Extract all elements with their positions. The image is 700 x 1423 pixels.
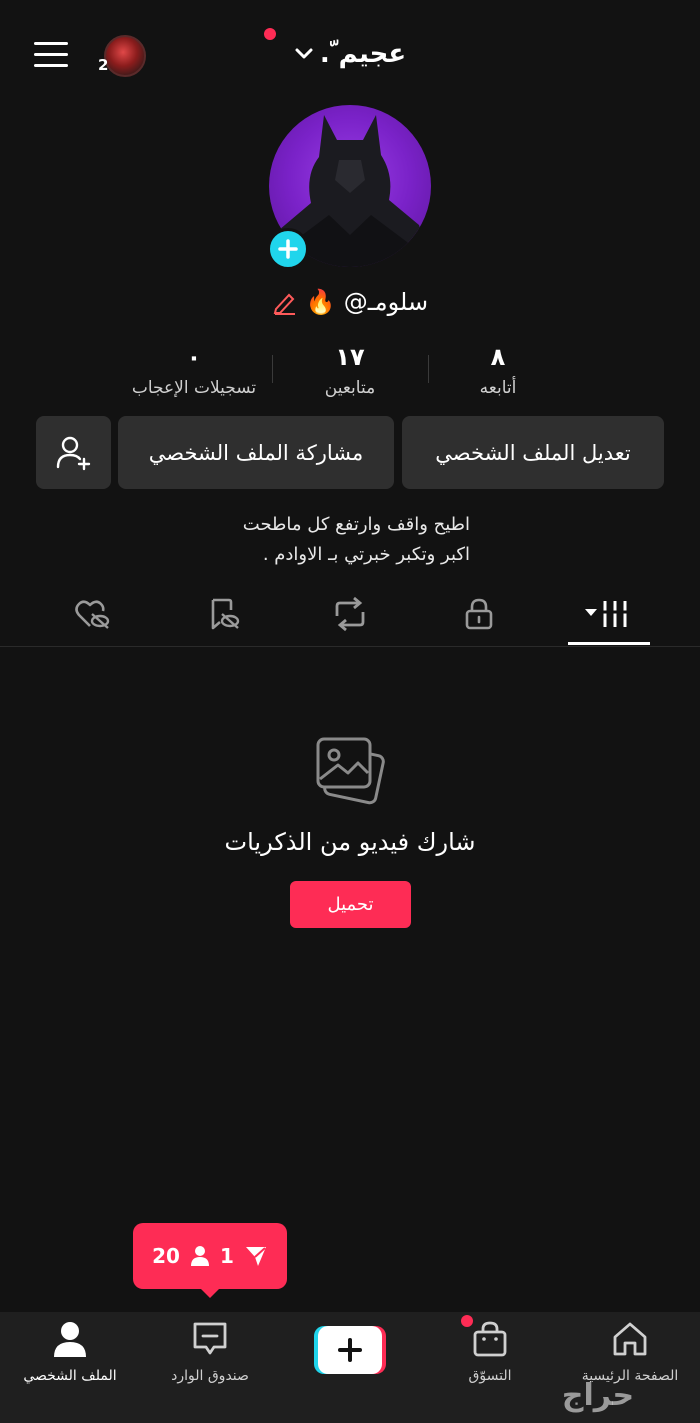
nav-profile[interactable]: الملف الشخصي <box>0 1320 140 1395</box>
followers-count: 20 <box>152 1244 180 1268</box>
account-avatar[interactable] <box>104 35 146 77</box>
grid-icon <box>585 601 628 627</box>
create-button[interactable] <box>314 1326 386 1374</box>
tab-favorites[interactable] <box>193 594 253 634</box>
inbox-icon <box>193 1322 227 1355</box>
tab-reposts[interactable] <box>320 594 380 634</box>
account-badge: 2 <box>98 56 109 74</box>
send-icon <box>245 1247 266 1266</box>
profile-bio: اطيح واقف وارتفع كل ماطحت اكبر وتكبر خبر… <box>150 510 470 570</box>
tab-videos[interactable] <box>579 594 639 634</box>
tab-liked[interactable] <box>62 594 122 634</box>
nav-profile-label: الملف الشخصي <box>23 1368 117 1384</box>
fire-emoji: 🔥 <box>305 288 336 316</box>
tabs-divider <box>0 646 700 647</box>
home-icon <box>613 1322 647 1356</box>
shopping-bag-icon <box>473 1321 507 1357</box>
edit-profile-button[interactable]: تعديل الملف الشخصي <box>402 416 664 489</box>
stat-value: ٠ <box>186 343 202 371</box>
edit-pencil-icon[interactable] <box>272 289 298 315</box>
photos-icon <box>312 735 388 807</box>
profile-title: عجيم ّ. <box>319 39 407 69</box>
share-profile-button[interactable]: مشاركة الملف الشخصي <box>118 416 394 489</box>
account-switcher[interactable]: عجيم ّ. <box>270 34 430 74</box>
chevron-down-icon <box>295 48 313 59</box>
activity-bubble[interactable]: 20 1 <box>133 1223 287 1289</box>
add-user-icon <box>56 436 90 470</box>
tab-private[interactable] <box>449 594 509 634</box>
stat-value: ١٧ <box>335 343 365 371</box>
menu-icon[interactable] <box>34 42 68 70</box>
nav-inbox-label: صندوق الوارد <box>171 1368 249 1384</box>
bubble-tail <box>198 1286 222 1298</box>
stat-label: تسجيلات الإعجاب <box>131 378 257 398</box>
repost-icon <box>335 596 365 632</box>
bio-line: اطيح واقف وارتفع كل ماطحت <box>242 514 470 535</box>
heart-hidden-icon <box>75 600 110 629</box>
upload-button[interactable]: تحميل <box>290 881 411 928</box>
stat-likes[interactable]: ٠ تسجيلات الإعجاب <box>104 342 284 398</box>
username-row: 🔥 @سلومـ <box>200 282 500 322</box>
profile-icon <box>54 1322 86 1357</box>
person-icon <box>190 1246 209 1266</box>
active-tab-indicator <box>568 642 650 645</box>
nav-inbox[interactable]: صندوق الوارد <box>140 1320 280 1395</box>
stat-followers[interactable]: ١٧ متابعين <box>260 342 440 398</box>
shop-notification-dot <box>461 1315 473 1327</box>
add-story-button[interactable] <box>267 228 309 270</box>
bookmark-hidden-icon <box>211 598 240 630</box>
lock-icon <box>465 598 493 630</box>
bio-line: اكبر وتكبر خبرتي بـ الاوادم . <box>262 544 470 565</box>
stat-label: متابعين <box>324 378 376 398</box>
plus-icon <box>278 239 298 259</box>
add-friend-button[interactable] <box>36 416 111 489</box>
empty-state-title: شارك فيديو من الذكريات <box>224 828 476 856</box>
messages-count: 1 <box>219 1244 234 1268</box>
watermark-logo: حراج <box>561 1378 635 1413</box>
username: @سلومـ <box>343 288 429 316</box>
